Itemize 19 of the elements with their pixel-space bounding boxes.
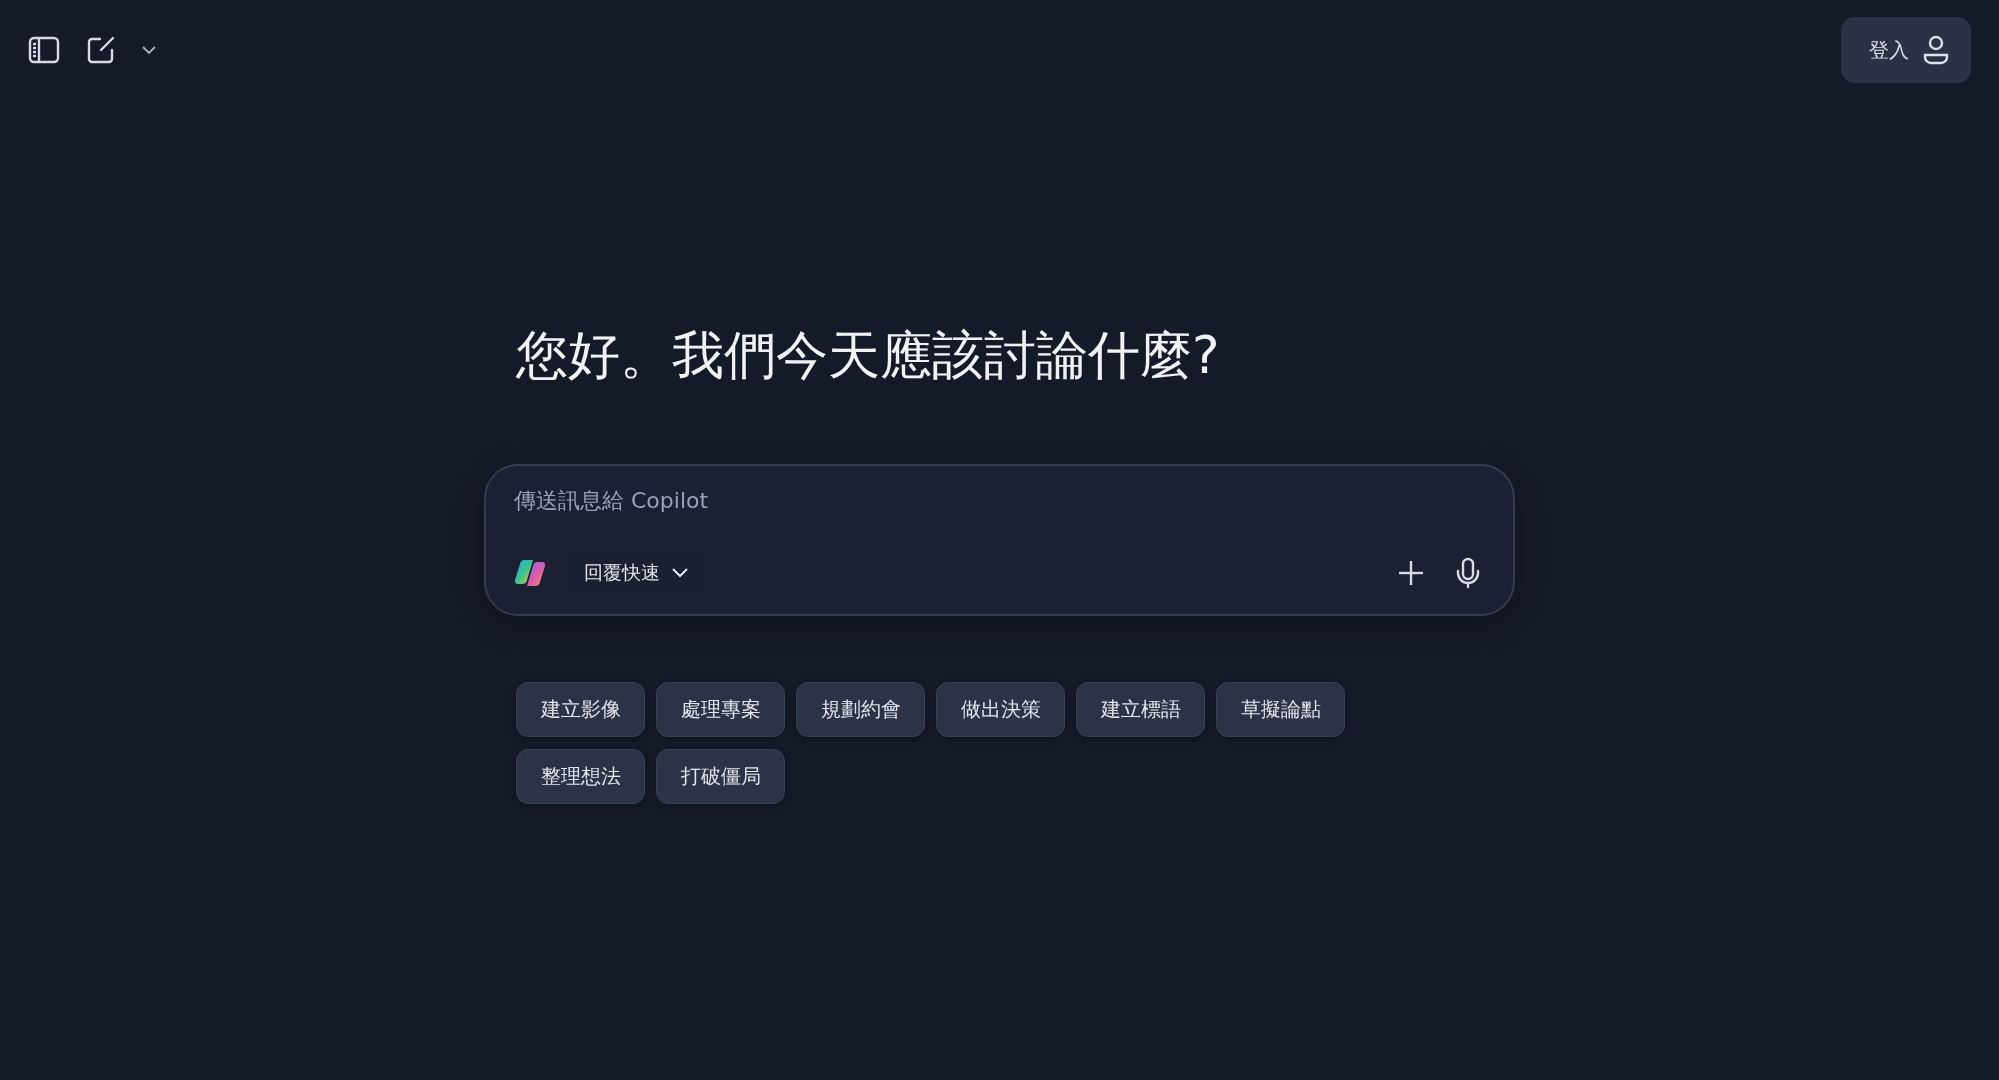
suggestion-chip[interactable]: 做出決策 [936, 682, 1065, 738]
plus-icon [1397, 559, 1425, 588]
message-input[interactable]: 傳送訊息給 Copilot [514, 488, 1414, 514]
chevron-down-icon [672, 568, 688, 579]
suggestion-chip[interactable]: 整理想法 [516, 749, 645, 805]
suggestion-chip[interactable]: 建立標語 [1076, 682, 1205, 738]
suggestion-chip[interactable]: 打破僵局 [656, 749, 785, 805]
message-composer[interactable]: 傳送訊息給 Copilot 回覆快速 [484, 464, 1515, 617]
sidebar-icon[interactable] [28, 36, 60, 64]
suggestion-chip[interactable]: 規劃約會 [796, 682, 925, 738]
new-chat-icon[interactable] [86, 35, 116, 65]
suggestion-chip[interactable]: 草擬論點 [1216, 682, 1345, 738]
microphone-icon [1455, 557, 1481, 590]
greeting-heading: 您好。我們今天應該討論什麼? [516, 324, 1220, 387]
suggestion-chip[interactable]: 建立影像 [516, 682, 645, 738]
suggestion-chip[interactable]: 處理專案 [656, 682, 785, 738]
sign-in-button[interactable]: 登入 [1841, 17, 1971, 83]
chevron-down-icon[interactable] [142, 45, 156, 55]
user-icon [1923, 35, 1949, 65]
